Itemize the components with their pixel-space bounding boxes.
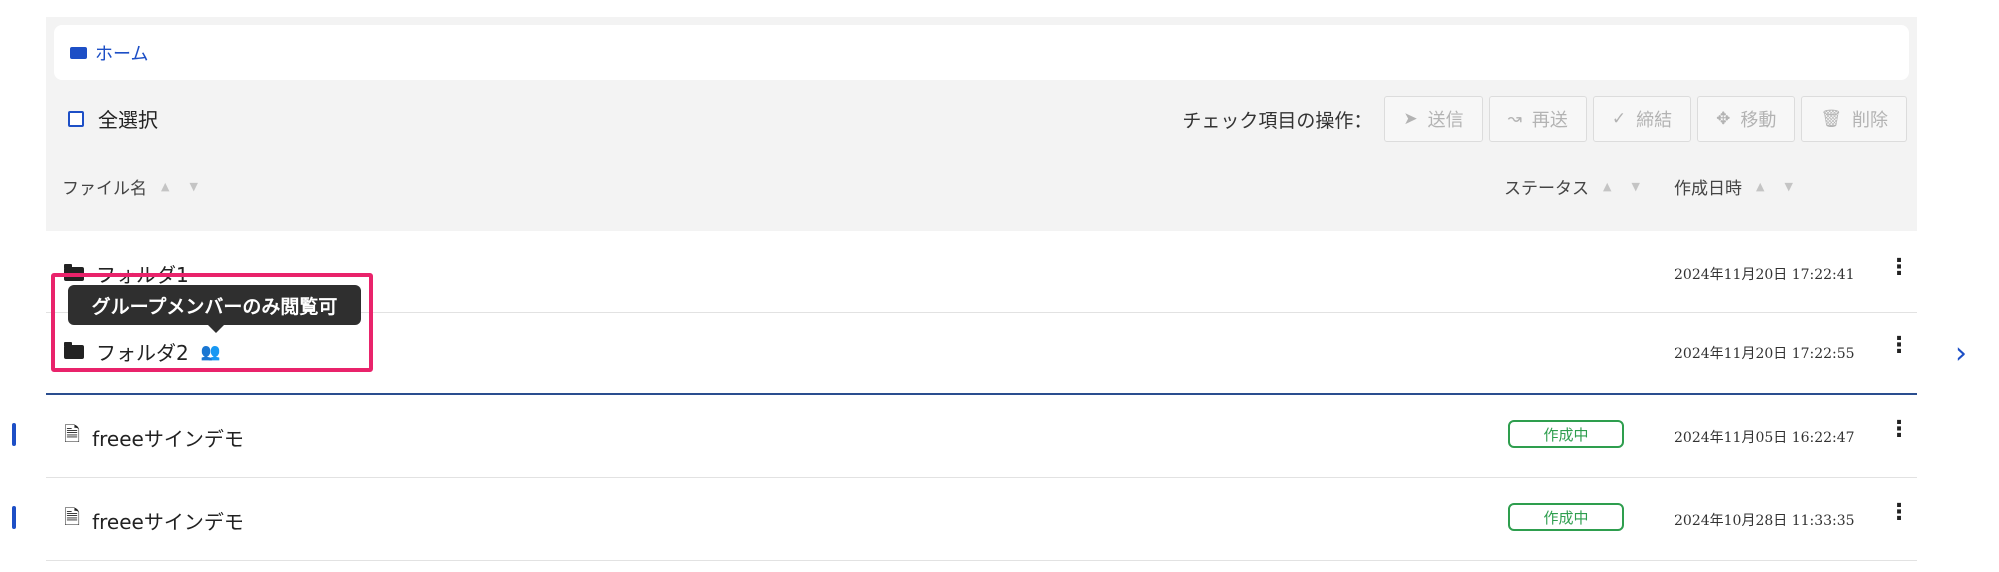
sort-icon[interactable]: ▲▼ — [1756, 180, 1813, 193]
column-name-label: ファイル名 — [62, 179, 147, 199]
bulk-actions: チェック項目の操作： ➤ 送信 ↝ 再送 ✓ 締結 ✥ 移動 🗑 削除 — [1182, 96, 1907, 142]
resend-icon: ↝ — [1507, 109, 1522, 129]
move-label: 移動 — [1740, 110, 1777, 131]
sort-icon[interactable]: ▲▼ — [1603, 180, 1660, 193]
column-created-label: 作成日時 — [1674, 179, 1742, 199]
created-date: 2024年10月28日 11:33:35 — [1674, 513, 1855, 529]
document-icon: 🗎 — [64, 422, 81, 446]
created-date: 2024年11月05日 16:22:47 — [1674, 430, 1855, 446]
highlight-frame — [51, 273, 373, 372]
move-button[interactable]: ✥ 移動 — [1697, 96, 1796, 142]
send-button[interactable]: ➤ 送信 — [1384, 96, 1483, 142]
more-icon[interactable]: ⋮ — [1888, 500, 1910, 525]
send-icon: ➤ — [1403, 109, 1418, 129]
delete-button[interactable]: 🗑 削除 — [1801, 96, 1907, 142]
more-icon[interactable]: ⋮ — [1888, 417, 1910, 442]
status-badge: 作成中 — [1508, 503, 1624, 531]
trash-icon: 🗑 — [1820, 109, 1842, 129]
chevron-right-icon[interactable]: › — [1955, 336, 1967, 371]
breadcrumb: ホーム — [54, 25, 1909, 80]
toolbar: 全選択 チェック項目の操作： ➤ 送信 ↝ 再送 ✓ 締結 ✥ 移動 🗑 削除 — [46, 92, 1917, 148]
resend-label: 再送 — [1531, 110, 1568, 131]
table-row[interactable]: 🗎 freeeサインデモ 作成中 2024年11月05日 16:22:47 ⋮ — [46, 395, 1917, 478]
row-checkbox[interactable] — [12, 506, 16, 529]
more-icon[interactable]: ⋮ — [1888, 255, 1910, 280]
table-row[interactable]: 🗎 freeeサインデモ 作成中 2024年10月28日 11:33:35 ⋮ — [46, 478, 1917, 561]
created-date: 2024年11月20日 17:22:41 — [1674, 267, 1855, 283]
checkbox-icon[interactable] — [12, 506, 16, 529]
row-name: 🗎 freeeサインデモ — [64, 420, 244, 454]
table-header: ファイル名 ▲▼ ステータス ▲▼ 作成日時 ▲▼ — [46, 158, 1917, 218]
breadcrumb-home-link[interactable]: ホーム — [95, 40, 148, 66]
column-status-label: ステータス — [1504, 179, 1589, 199]
bulk-actions-label: チェック項目の操作： — [1182, 109, 1373, 132]
check-icon: ✓ — [1611, 109, 1627, 129]
document-name[interactable]: freeeサインデモ — [92, 423, 244, 452]
created-date: 2024年11月20日 17:22:55 — [1674, 346, 1855, 362]
column-header-created[interactable]: 作成日時 ▲▼ — [1674, 174, 1813, 199]
conclude-button[interactable]: ✓ 締結 — [1592, 96, 1692, 142]
delete-label: 削除 — [1852, 110, 1888, 131]
column-header-status[interactable]: ステータス ▲▼ — [1504, 174, 1660, 199]
resend-button[interactable]: ↝ 再送 — [1488, 96, 1587, 142]
checkbox-icon[interactable] — [12, 423, 16, 446]
row-checkbox[interactable] — [12, 423, 16, 446]
checkbox-icon[interactable] — [68, 110, 84, 127]
document-name[interactable]: freeeサインデモ — [92, 506, 244, 535]
select-all-checkbox[interactable]: 全選択 — [68, 104, 158, 133]
select-all-label: 全選択 — [98, 108, 158, 132]
more-icon[interactable]: ⋮ — [1888, 333, 1910, 358]
send-label: 送信 — [1427, 110, 1464, 131]
move-icon: ✥ — [1716, 109, 1731, 129]
column-header-name[interactable]: ファイル名 ▲▼ — [62, 174, 218, 199]
document-icon: 🗎 — [64, 505, 81, 529]
conclude-label: 締結 — [1636, 110, 1673, 131]
row-name: 🗎 freeeサインデモ — [64, 503, 244, 537]
status-badge: 作成中 — [1508, 420, 1624, 448]
sort-icon[interactable]: ▲▼ — [161, 180, 218, 193]
home-icon — [70, 46, 87, 59]
